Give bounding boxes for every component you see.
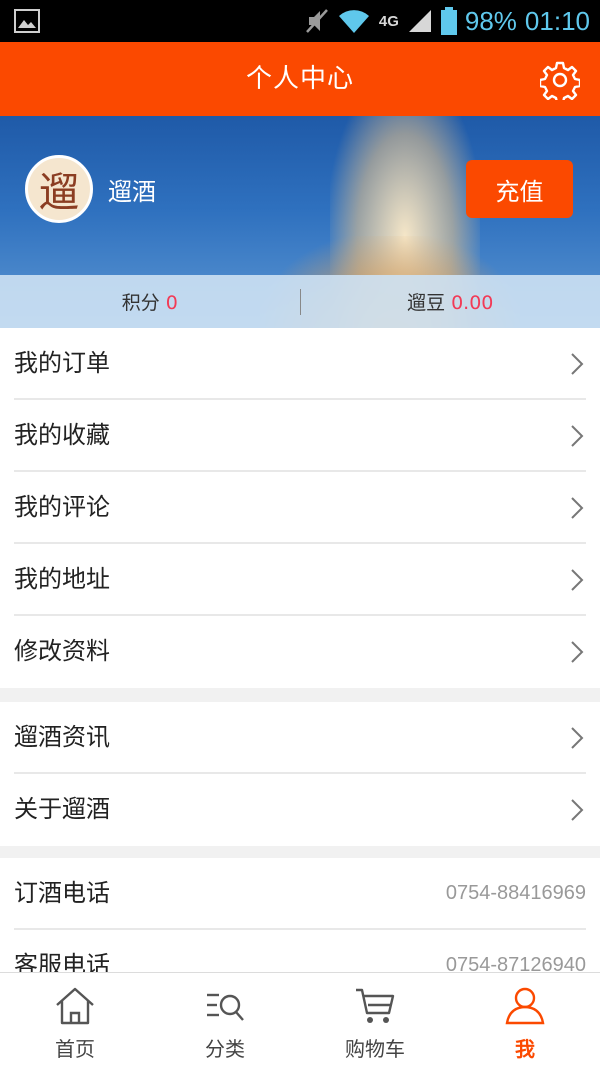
nav-label: 我 [450,1033,600,1062]
menu-item-news[interactable]: 遛酒资讯 [14,702,586,774]
nav-label: 分类 [150,1033,300,1062]
home-icon [53,985,97,1027]
chevron-right-icon [570,568,584,592]
menu-item-orders[interactable]: 我的订单 [14,328,586,400]
signal-icon [407,8,433,34]
wifi-icon [337,8,371,34]
menu-group-account: 我的订单 我的收藏 我的评论 我的地址 修改资料 [0,328,600,688]
chevron-right-icon [570,726,584,750]
chevron-right-icon [570,352,584,376]
points-stat[interactable]: 积分 0 [0,288,300,315]
nav-category[interactable]: 分类 [150,973,300,1068]
beans-value: 0.00 [451,292,493,314]
chevron-right-icon [570,496,584,520]
menu-item-label: 我的订单 [14,328,110,398]
menu-item-reviews[interactable]: 我的评论 [14,472,586,544]
bottom-nav: 首页 分类 购物车 [0,972,600,1068]
nav-cart[interactable]: 购物车 [300,973,450,1068]
menu-group-info: 遛酒资讯 关于遛酒 [0,702,600,846]
page-title: 个人中心 [0,42,600,116]
recharge-button[interactable]: 充值 [466,160,573,218]
contact-phone[interactable]: 0754-88416969 [446,858,586,928]
menu-item-about[interactable]: 关于遛酒 [14,774,586,846]
menu-item-favorites[interactable]: 我的收藏 [14,400,586,472]
battery-icon [441,7,457,35]
avatar-logo-text: 遛 [39,160,79,218]
contact-row-service-phone[interactable]: 客服电话 0754-87126940 [14,930,586,972]
user-icon [503,985,547,1027]
network-type: 4G [379,13,399,30]
nav-home[interactable]: 首页 [0,973,150,1068]
contact-phone[interactable]: 0754-87126940 [446,930,586,972]
app-header: 个人中心 [0,42,600,116]
menu-item-label: 我的地址 [14,544,110,614]
gear-icon[interactable] [540,60,580,100]
points-value: 0 [166,292,178,314]
beans-stat[interactable]: 遛豆 0.00 [301,288,600,315]
chevron-right-icon [570,640,584,664]
contact-label: 客服电话 [14,930,110,972]
clock: 01:10 [525,6,590,37]
nav-me[interactable]: 我 [450,973,600,1068]
contact-label: 订酒电话 [14,858,110,928]
points-label: 积分 [122,292,160,314]
category-search-icon [203,985,247,1027]
battery-percent: 98% [465,6,517,37]
status-bar: 4G 98% 01:10 [0,0,600,42]
chevron-right-icon [570,798,584,822]
menu-item-label: 我的评论 [14,472,110,542]
nav-label: 首页 [0,1033,150,1062]
menu-item-edit-profile[interactable]: 修改资料 [14,616,586,688]
menu-item-label: 我的收藏 [14,400,110,470]
stats-bar: 积分 0 遛豆 0.00 [0,275,600,328]
menu-item-label: 关于遛酒 [14,774,110,844]
username: 遛酒 [108,172,156,207]
image-notification-icon [14,9,40,33]
contact-row-order-phone[interactable]: 订酒电话 0754-88416969 [14,858,586,930]
menu-item-label: 遛酒资讯 [14,702,110,772]
nav-label: 购物车 [300,1033,450,1062]
menu-item-label: 修改资料 [14,616,110,686]
cart-icon [353,985,397,1027]
chevron-right-icon [570,424,584,448]
avatar[interactable]: 遛 [25,155,93,223]
mute-icon [305,8,329,34]
menu-item-addresses[interactable]: 我的地址 [14,544,586,616]
contact-group: 订酒电话 0754-88416969 客服电话 0754-87126940 [0,858,600,972]
beans-label: 遛豆 [407,292,445,314]
